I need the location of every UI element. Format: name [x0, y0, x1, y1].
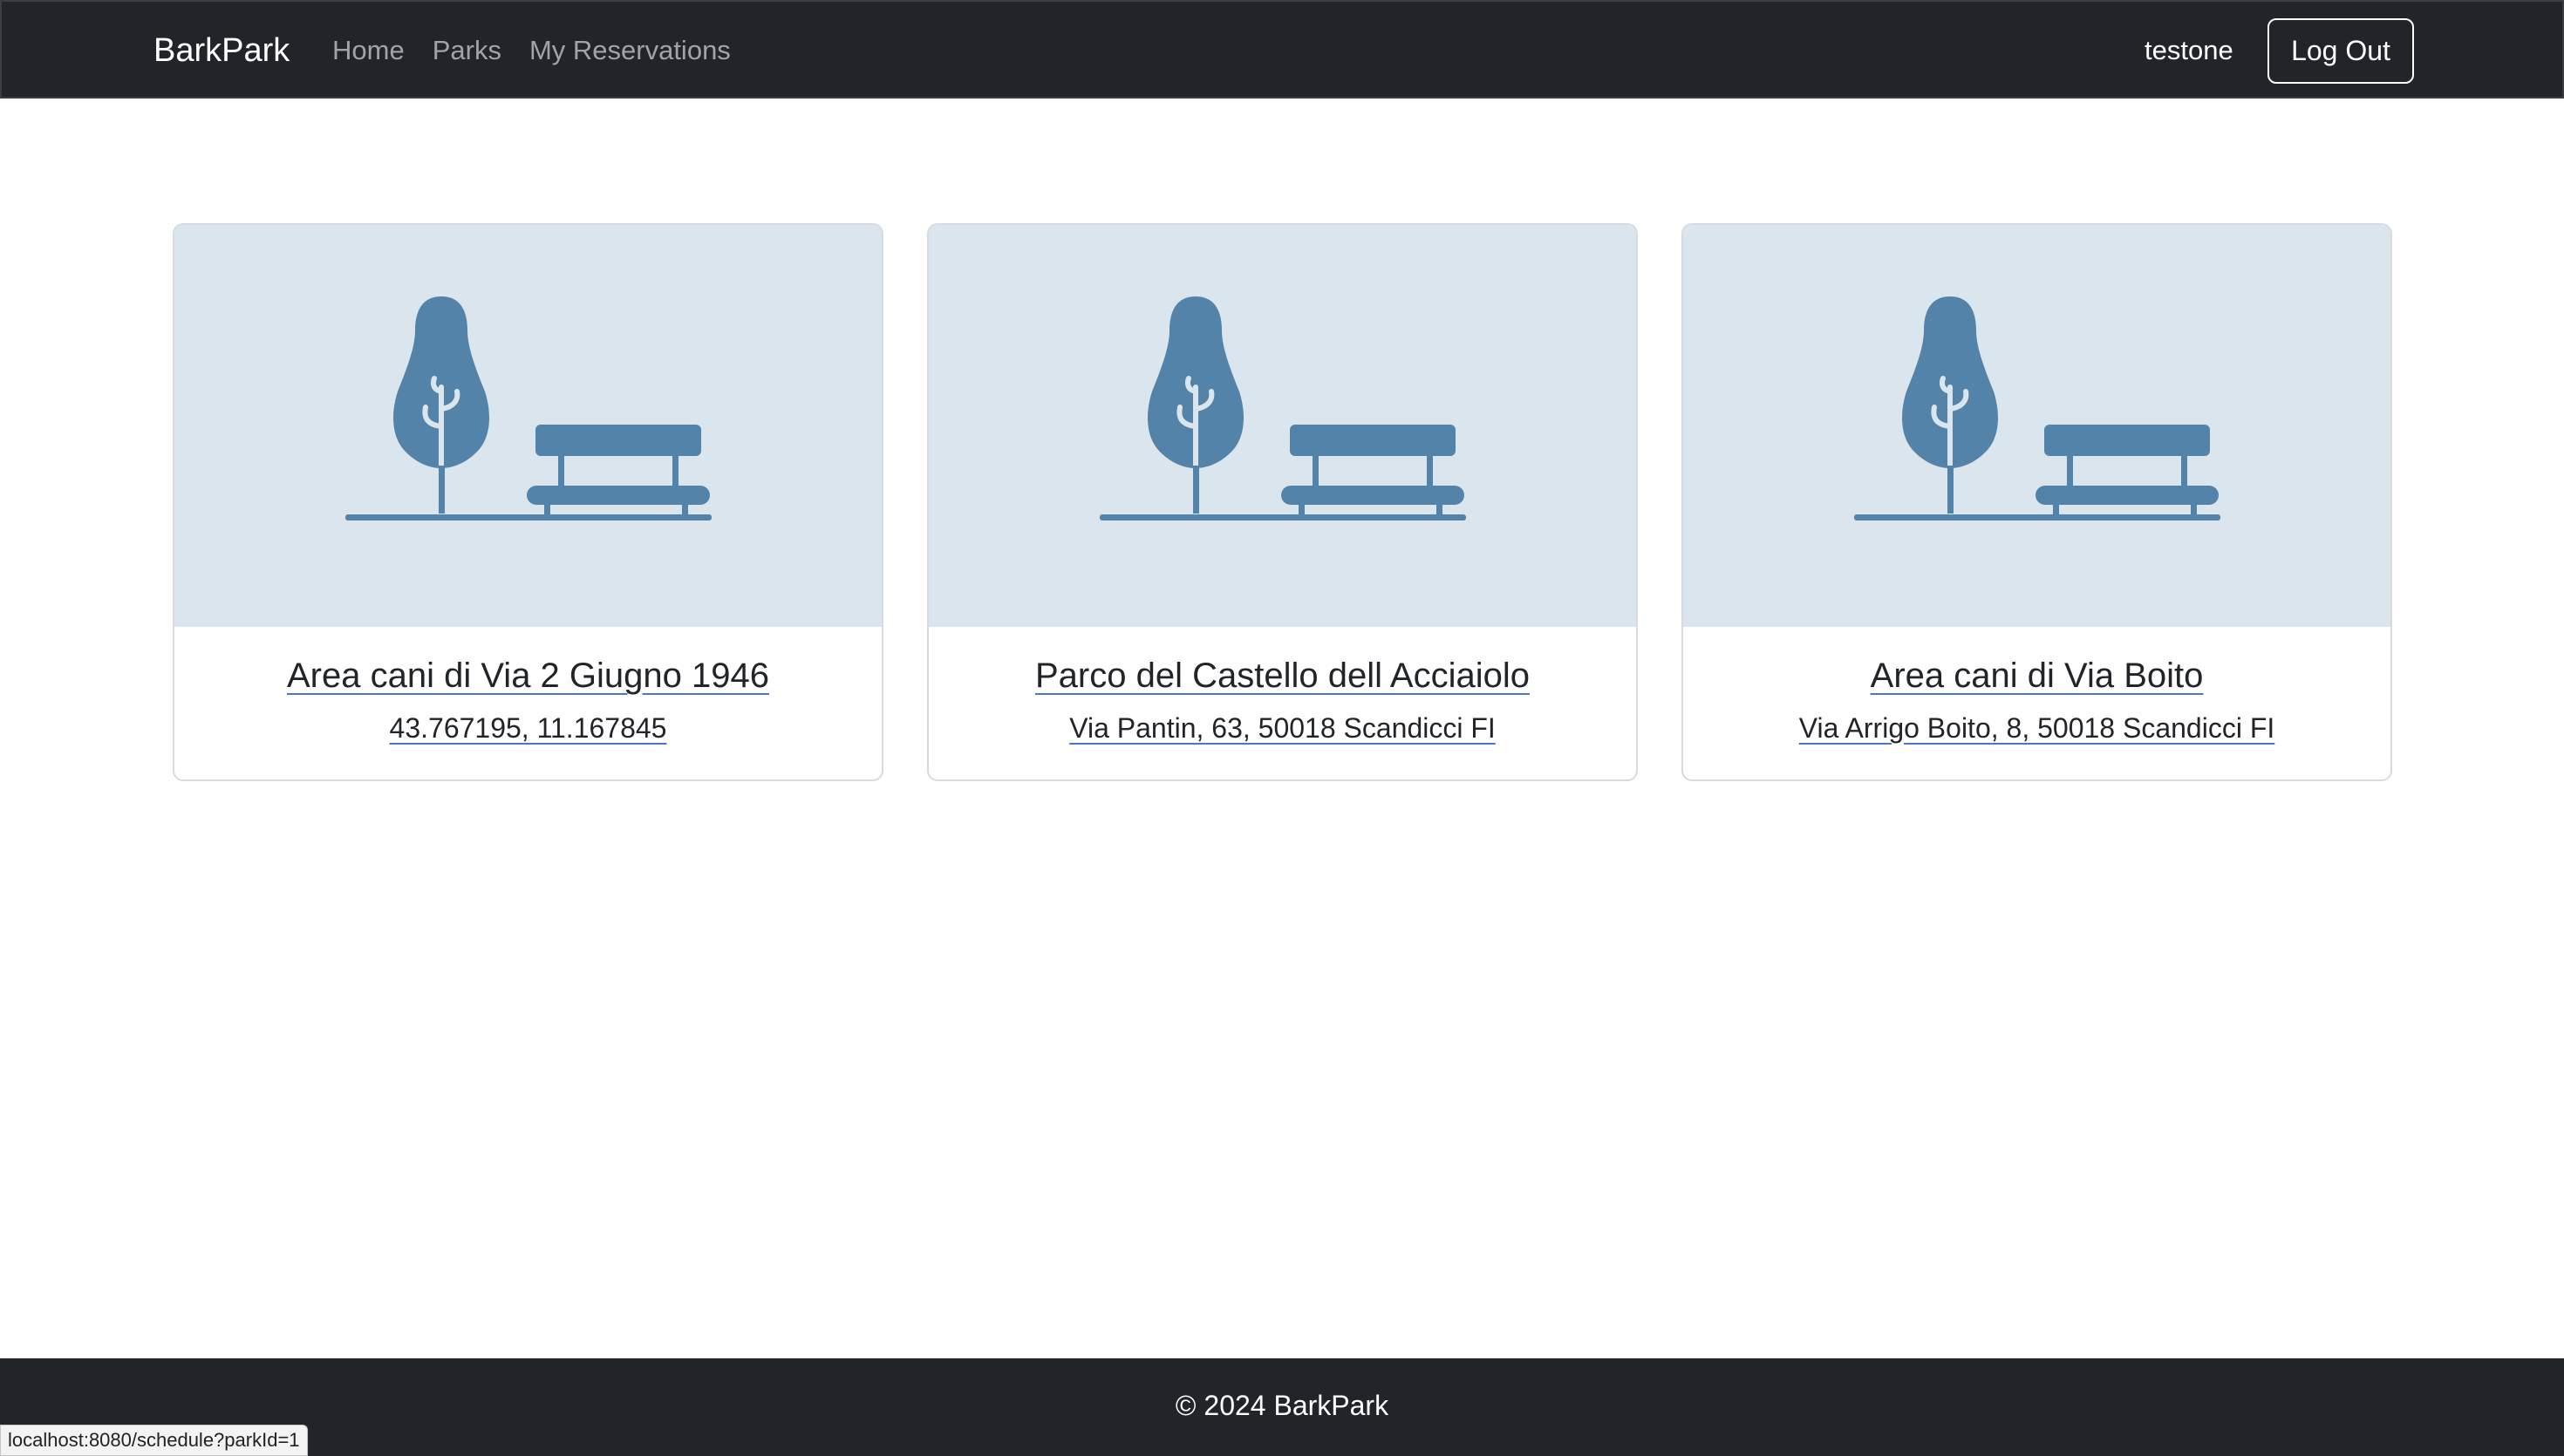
park-address-text: Via Arrigo Boito, 8, 50018 Scandicci FI [1798, 712, 2275, 744]
nav-links: Home Parks My Reservations [332, 31, 731, 70]
park-address-text: Via Pantin, 63, 50018 Scandicci FI [1069, 712, 1496, 744]
tree-bench-icon [1853, 296, 2220, 520]
tree-bench-icon [344, 296, 712, 520]
park-address-link[interactable]: Via Pantin, 63, 50018 Scandicci FI [929, 709, 1636, 747]
park-name-link[interactable]: Parco del Castello dell Acciaiolo [1035, 653, 1530, 698]
park-image [929, 225, 1636, 627]
park-name-link[interactable]: Area cani di Via Boito [1871, 653, 2204, 698]
park-card: Area cani di Via 2 Giugno 1946 43.767195… [173, 223, 883, 781]
park-address-link[interactable]: 43.767195, 11.167845 [174, 709, 882, 747]
username-label: testone [2145, 35, 2233, 65]
park-card: Area cani di Via Boito Via Arrigo Boito,… [1681, 223, 2392, 781]
park-card: Parco del Castello dell Acciaiolo Via Pa… [927, 223, 1638, 781]
brand-link[interactable]: BarkPark [153, 28, 290, 73]
park-name-link[interactable]: Area cani di Via 2 Giugno 1946 [287, 653, 769, 698]
nav-link-parks[interactable]: Parks [433, 31, 501, 70]
footer: © 2024 BarkPark [0, 1358, 2564, 1456]
park-image [174, 225, 882, 627]
logout-button[interactable]: Log Out [2267, 18, 2414, 84]
park-card-body: Area cani di Via Boito Via Arrigo Boito,… [1683, 627, 2390, 747]
tree-bench-icon [1099, 296, 1466, 520]
status-bar-url: localhost:8080/schedule?parkId=1 [0, 1425, 308, 1456]
park-address-link[interactable]: Via Arrigo Boito, 8, 50018 Scandicci FI [1683, 709, 2390, 747]
nav-link-my-reservations[interactable]: My Reservations [529, 31, 731, 70]
navbar: BarkPark Home Parks My Reservations test… [0, 0, 2564, 99]
park-card-body: Parco del Castello dell Acciaiolo Via Pa… [929, 627, 1636, 747]
park-card-body: Area cani di Via 2 Giugno 1946 43.767195… [174, 627, 882, 747]
park-image [1683, 225, 2390, 627]
parks-card-list: Area cani di Via 2 Giugno 1946 43.767195… [173, 223, 2392, 781]
park-address-text: 43.767195, 11.167845 [389, 712, 667, 744]
nav-link-home[interactable]: Home [332, 31, 405, 70]
footer-copyright: © 2024 BarkPark [1175, 1390, 1389, 1421]
